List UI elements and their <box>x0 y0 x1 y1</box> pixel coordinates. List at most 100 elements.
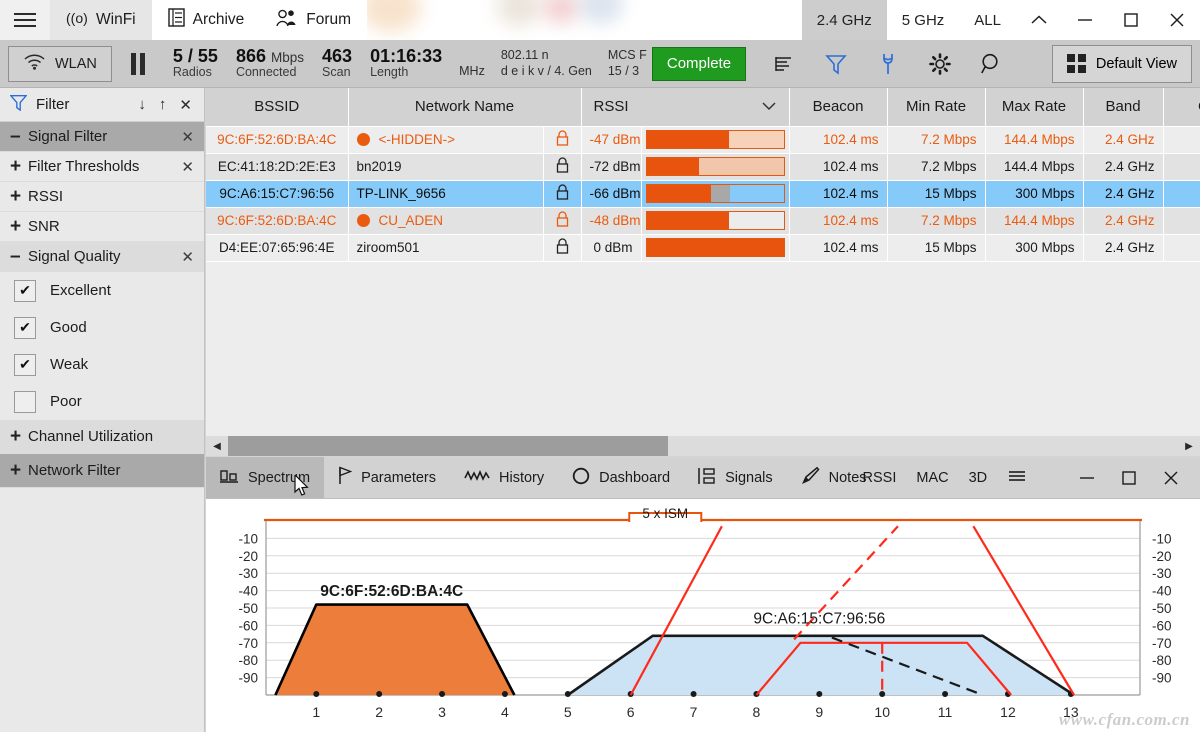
table-row[interactable]: 9C:6F:52:6D:BA:4C CU_ADEN -48 dBm 102.4 … <box>206 207 1200 235</box>
col-header-network-name[interactable]: Network Name <box>348 88 582 127</box>
close-icon[interactable] <box>1154 0 1200 40</box>
lock-icon <box>556 238 568 254</box>
bottom-tabbar-spacer <box>1037 457 1066 498</box>
expand-sign: + <box>10 156 22 177</box>
col-header-min-rate[interactable]: Min Rate <box>887 88 986 127</box>
tab-winfi[interactable]: ((o)) WinFi <box>50 0 152 40</box>
tab-signals[interactable]: Signals <box>684 457 787 498</box>
panel-close-icon[interactable] <box>1150 457 1192 498</box>
stat-radios-value: 5 / 55 <box>172 46 218 67</box>
gear-icon[interactable] <box>916 44 964 84</box>
band-button-24ghz[interactable]: 2.4 GHz <box>801 0 887 40</box>
tab-3d[interactable]: 3D <box>959 457 998 498</box>
default-view-button[interactable]: Default View <box>1051 44 1192 83</box>
band-button-5ghz[interactable]: 5 GHz <box>887 0 960 40</box>
main-menu-button[interactable] <box>0 0 50 40</box>
filter-sort-down-icon[interactable]: ↓ <box>136 96 148 113</box>
bottom-menu-button[interactable] <box>997 457 1037 498</box>
x-axis-tick-label: 11 <box>938 704 953 720</box>
tab-rssi[interactable]: RSSI <box>853 457 907 498</box>
pause-button[interactable] <box>112 52 164 75</box>
table-row[interactable]: D4:EE:07:65:96:4E ziroom501 0 dBm 102.4 … <box>206 234 1200 262</box>
list-align-icon[interactable] <box>760 44 808 84</box>
table-row[interactable]: 9C:A6:15:C7:96:56 TP-LINK_9656 -66 dBm 1… <box>206 180 1200 208</box>
band-button-all[interactable]: ALL <box>959 0 1016 40</box>
minimize-icon[interactable] <box>1062 0 1108 40</box>
tab-spectrum[interactable]: Spectrum <box>206 457 325 498</box>
tab-label: WinFi <box>96 11 136 28</box>
wrench-icon[interactable] <box>864 44 912 84</box>
filter-title: Filter <box>36 96 70 113</box>
tab-parameters[interactable]: Parameters <box>324 457 450 498</box>
chevron-up-icon[interactable] <box>1016 0 1062 40</box>
sidebar-item-signal-filter[interactable]: – Signal Filter ✕ <box>0 122 204 152</box>
sidebar-item-signal-quality[interactable]: – Signal Quality ✕ <box>0 242 204 272</box>
close-icon[interactable]: ✕ <box>175 128 194 146</box>
scrollbar-track[interactable] <box>228 436 1178 456</box>
lock-icon <box>556 130 568 146</box>
checkbox-icon[interactable] <box>14 390 36 413</box>
quality-checkbox-poor[interactable]: Poor <box>0 383 204 420</box>
close-icon[interactable]: ✕ <box>175 248 194 266</box>
quality-checkbox-excellent[interactable]: ✔ Excellent <box>0 272 204 309</box>
col-header-bssid[interactable]: BSSID <box>206 88 349 127</box>
network-table: BSSID Network Name RSSI Beacon Min Rate … <box>206 88 1200 262</box>
filter-close-icon[interactable]: ✕ <box>177 96 194 114</box>
sidebar-item-rssi[interactable]: + RSSI <box>0 182 204 212</box>
search-icon[interactable] <box>968 44 1016 84</box>
wlan-adapter-button[interactable]: WLAN <box>8 45 112 82</box>
x-axis-tick-label: 5 <box>564 704 572 720</box>
tab-forum[interactable]: Forum <box>260 0 367 40</box>
data-point-marker <box>942 691 949 697</box>
col-header-beacon[interactable]: Beacon <box>789 88 888 127</box>
col-header-rssi[interactable]: RSSI <box>581 88 790 127</box>
scrollbar-thumb[interactable] <box>228 436 668 456</box>
sidebar-item-snr[interactable]: + SNR <box>0 212 204 242</box>
sidebar-item-filter-thresholds[interactable]: + Filter Thresholds ✕ <box>0 152 204 182</box>
lock-icon <box>556 157 568 173</box>
col-header-band[interactable]: Band <box>1083 88 1164 127</box>
y-axis-tick-label: -10 <box>1152 531 1172 546</box>
cell-band: 2.4 GHz <box>1083 180 1164 208</box>
col-header-channel[interactable]: Ch <box>1163 88 1200 127</box>
scroll-left-arrow-icon[interactable]: ◀ <box>206 441 228 452</box>
sidebar-item-network-filter[interactable]: + Network Filter <box>0 454 204 488</box>
table-row[interactable]: EC:41:18:2D:2E:E3 bn2019 -72 dBm 102.4 m… <box>206 153 1200 181</box>
sidebar-item-label: Channel Utilization <box>28 428 154 445</box>
table-row[interactable]: 9C:6F:52:6D:BA:4C <-HIDDEN-> -47 dBm 102… <box>206 126 1200 154</box>
cell-network-name: ziroom501 <box>348 234 544 262</box>
tab-dashboard[interactable]: Dashboard <box>558 457 684 498</box>
cell-max-rate: 144.4 Mbps <box>985 126 1084 154</box>
collapse-sign: – <box>10 246 21 267</box>
sidebar-item-channel-utilization[interactable]: + Channel Utilization <box>0 420 204 454</box>
panel-maximize-icon[interactable] <box>1108 457 1150 498</box>
tab-mac[interactable]: MAC <box>906 457 958 498</box>
status-dot <box>356 214 370 227</box>
table-horizontal-scrollbar[interactable]: ◀ ▶ <box>206 436 1200 456</box>
quality-checkbox-good[interactable]: ✔ Good <box>0 309 204 346</box>
checkbox-icon[interactable]: ✔ <box>14 316 36 339</box>
maximize-icon[interactable] <box>1108 0 1154 40</box>
quality-checkbox-weak[interactable]: ✔ Weak <box>0 346 204 383</box>
y-axis-tick-label: -60 <box>1152 618 1172 633</box>
filter-sort-up-icon[interactable]: ↑ <box>157 96 169 113</box>
panel-minimize-icon[interactable] <box>1066 457 1108 498</box>
scroll-right-arrow-icon[interactable]: ▶ <box>1178 441 1200 452</box>
chevron-down-icon[interactable] <box>761 98 777 115</box>
stat-scan-label: Scan <box>322 65 351 80</box>
checkbox-icon[interactable]: ✔ <box>14 353 36 376</box>
pause-bar-right <box>139 52 145 75</box>
complete-status-button[interactable]: Complete <box>651 46 747 81</box>
y-axis-tick-label: -70 <box>238 636 258 651</box>
svg-text:((o)): ((o)) <box>66 10 88 26</box>
checkbox-icon[interactable]: ✔ <box>14 279 36 302</box>
tab-archive[interactable]: Archive <box>152 0 261 40</box>
filter-funnel-icon[interactable] <box>812 44 860 84</box>
cell-beacon: 102.4 ms <box>789 126 888 154</box>
tab-history[interactable]: History <box>450 457 558 498</box>
watermark: www.cfan.com.cn <box>1058 710 1190 729</box>
col-header-max-rate[interactable]: Max Rate <box>985 88 1084 127</box>
close-icon[interactable]: ✕ <box>175 158 194 176</box>
cell-rssi-value: -66 dBm <box>581 180 642 208</box>
cell-min-rate: 7.2 Mbps <box>887 207 986 235</box>
